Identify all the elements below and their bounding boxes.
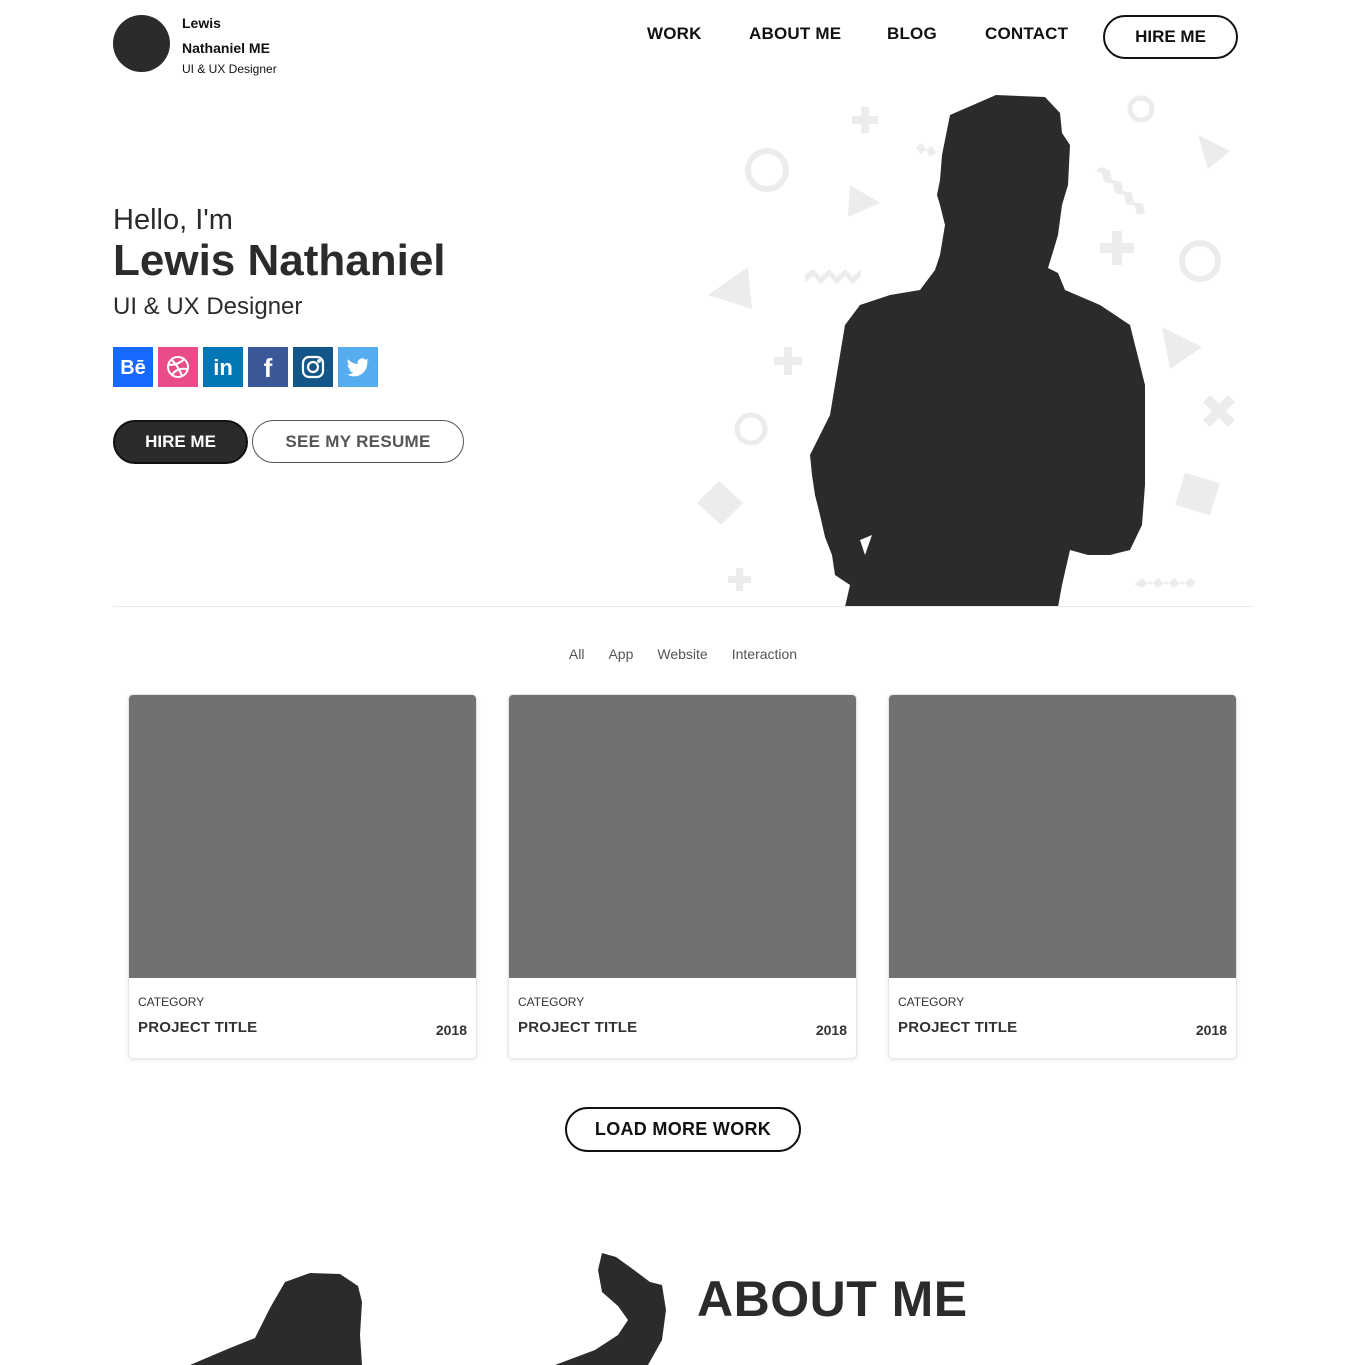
project-category: CATEGORY <box>138 995 205 1009</box>
about-title: ABOUT ME <box>697 1271 968 1327</box>
linkedin-icon[interactable]: in <box>203 347 243 387</box>
behance-icon[interactable]: Bē <box>113 347 153 387</box>
see-resume-button[interactable]: SEE MY RESUME <box>252 420 464 463</box>
about-illustration <box>190 1253 666 1365</box>
project-card[interactable]: CATEGORY PROJECT TITLE 2018 <box>508 694 857 1059</box>
dribbble-icon[interactable] <box>158 347 198 387</box>
hero-hire-me-button[interactable]: HIRE ME <box>113 420 248 464</box>
about-silhouette-figure <box>190 1273 362 1365</box>
facebook-icon[interactable]: f <box>248 347 288 387</box>
hero-name: Lewis Nathaniel <box>113 236 446 285</box>
hero-role: UI & UX Designer <box>113 293 303 320</box>
load-more-work-button[interactable]: LOAD MORE WORK <box>565 1107 801 1152</box>
project-title[interactable]: PROJECT TITLE <box>138 1019 257 1036</box>
nav-work[interactable]: WORK <box>647 24 702 44</box>
hero-greeting: Hello, I'm <box>113 204 233 236</box>
filter-app[interactable]: App <box>596 646 645 662</box>
instagram-icon[interactable] <box>293 347 333 387</box>
project-thumbnail[interactable] <box>889 695 1236 978</box>
logo-role: UI & UX Designer <box>182 62 277 76</box>
site-header: Lewis Nathaniel ME UI & UX Designer WORK… <box>0 0 1366 90</box>
project-year: 2018 <box>1195 1022 1227 1038</box>
project-title[interactable]: PROJECT TITLE <box>898 1019 1017 1036</box>
twitter-icon[interactable] <box>338 347 378 387</box>
logo-avatar[interactable] <box>113 15 170 72</box>
project-year: 2018 <box>435 1022 467 1038</box>
filter-all[interactable]: All <box>557 646 597 662</box>
hero-illustration <box>697 95 1235 607</box>
nav-blog[interactable]: BLOG <box>887 24 937 44</box>
svg-text:f: f <box>264 353 273 383</box>
work-filters: All App Website Interaction <box>0 646 1366 662</box>
filter-website[interactable]: Website <box>645 646 719 662</box>
filter-interaction[interactable]: Interaction <box>720 646 809 662</box>
project-card[interactable]: CATEGORY PROJECT TITLE 2018 <box>888 694 1237 1059</box>
about-silhouette-arm <box>555 1253 666 1365</box>
svg-text:Bē: Bē <box>120 357 146 379</box>
person-silhouette <box>810 95 1145 607</box>
project-thumbnail[interactable] <box>129 695 476 978</box>
social-links: Bē in f <box>113 347 378 387</box>
project-card[interactable]: CATEGORY PROJECT TITLE 2018 <box>128 694 477 1059</box>
hero-divider <box>113 606 1253 607</box>
nav-about-me[interactable]: ABOUT ME <box>749 24 841 44</box>
project-year: 2018 <box>815 1022 847 1038</box>
header-hire-me-button[interactable]: HIRE ME <box>1103 15 1238 59</box>
nav-contact[interactable]: CONTACT <box>985 24 1068 44</box>
svg-text:in: in <box>213 355 233 380</box>
project-category: CATEGORY <box>898 995 965 1009</box>
project-thumbnail[interactable] <box>509 695 856 978</box>
logo-name[interactable]: Lewis Nathaniel ME <box>182 11 282 61</box>
project-category: CATEGORY <box>518 995 585 1009</box>
project-title[interactable]: PROJECT TITLE <box>518 1019 637 1036</box>
